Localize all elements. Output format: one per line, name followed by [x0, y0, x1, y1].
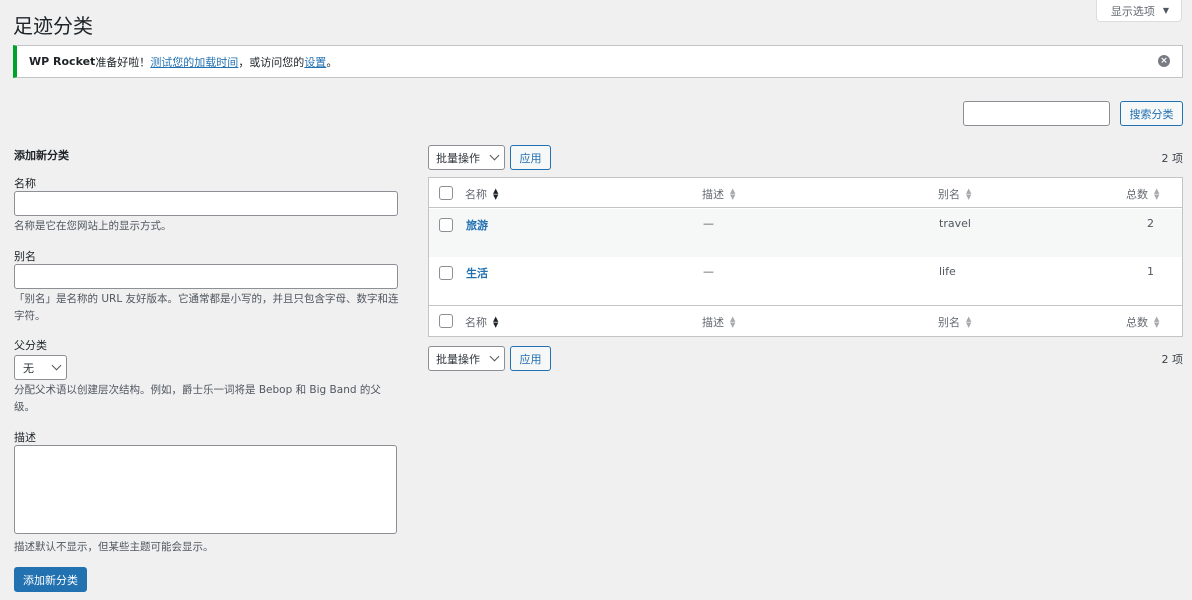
table-row: 生活 — life 1: [429, 257, 1182, 305]
apply-button-bottom[interactable]: 应用: [510, 346, 551, 371]
category-slug: travel: [939, 217, 971, 230]
column-name-header[interactable]: 名称 ▲ ▼: [465, 186, 498, 202]
column-count-label: 总数: [1126, 188, 1148, 201]
sort-icon: ▲ ▼: [1154, 187, 1160, 201]
form-heading: 添加新分类: [14, 149, 69, 162]
sort-icon: ▲ ▼: [730, 187, 736, 201]
notice-text-1: 准备好啦！: [95, 55, 151, 69]
category-name-link[interactable]: 生活: [466, 265, 488, 281]
chevron-down-icon: [489, 150, 500, 161]
description-help: 描述默认不显示，但某些主题可能会显示。: [14, 541, 214, 553]
notice-test-load-time-link[interactable]: 测试您的加载时间: [150, 54, 238, 70]
name-help: 名称是它在您网站上的显示方式。: [14, 220, 172, 232]
column-count-footer[interactable]: 总数 ▲ ▼: [1126, 314, 1159, 330]
bulk-actions-select-top[interactable]: 批量操作: [428, 145, 505, 170]
category-slug: life: [939, 265, 956, 278]
screen-options-label: 显示选项: [1110, 4, 1155, 18]
column-name-label: 名称: [465, 188, 487, 201]
sort-icon: ▲ ▼: [966, 187, 972, 201]
bulk-actions-label: 批量操作: [436, 151, 480, 165]
column-description-header[interactable]: 描述 ▲ ▼: [702, 186, 735, 202]
column-description-label: 描述: [702, 188, 724, 201]
column-slug-label: 别名: [938, 316, 960, 329]
dismiss-icon[interactable]: ×: [1158, 55, 1170, 67]
page-title: 足迹分类: [13, 14, 93, 38]
sort-icon: ▲ ▼: [493, 315, 499, 329]
caret-down-icon: ▼: [1162, 6, 1169, 15]
name-input[interactable]: [14, 191, 398, 216]
item-count-top: 2 项: [1161, 152, 1184, 165]
search-categories-input[interactable]: [963, 101, 1110, 126]
sort-icon: ▲ ▼: [1154, 315, 1160, 329]
category-count-link[interactable]: 1: [1147, 265, 1154, 278]
row-checkbox[interactable]: [439, 266, 453, 280]
row-checkbox[interactable]: [439, 218, 453, 232]
column-name-footer[interactable]: 名称 ▲ ▼: [465, 314, 498, 330]
column-slug-label: 别名: [938, 188, 960, 201]
chevron-down-icon: [51, 360, 62, 371]
sort-icon: ▲ ▼: [493, 187, 499, 201]
search-categories-button[interactable]: 搜索分类: [1120, 101, 1183, 126]
parent-select[interactable]: 无: [14, 355, 67, 380]
slug-label: 别名: [14, 250, 36, 263]
bulk-actions-select-bottom[interactable]: 批量操作: [428, 346, 505, 371]
notice-brand: WP Rocket: [29, 55, 96, 68]
notice-settings-link[interactable]: 设置: [304, 54, 326, 70]
screen-options-toggle[interactable]: 显示选项 ▼: [1095, 0, 1182, 22]
slug-help: 「别名」是名称的 URL 友好版本。它通常都是小写的，并且只包含字母、数字和连字…: [14, 293, 399, 322]
column-count-label: 总数: [1126, 316, 1148, 329]
slug-input[interactable]: [14, 264, 398, 289]
table-row: 旅游 — travel 2: [429, 209, 1182, 257]
column-slug-header[interactable]: 别名 ▲ ▼: [938, 186, 971, 202]
category-name-link[interactable]: 旅游: [466, 217, 488, 233]
item-count-bottom: 2 项: [1161, 353, 1184, 366]
notice-text-2: ，或访问您的: [238, 55, 305, 69]
description-label: 描述: [14, 431, 36, 444]
name-label: 名称: [14, 177, 36, 190]
category-description: —: [703, 217, 714, 230]
category-description: —: [703, 265, 714, 278]
sort-icon: ▲ ▼: [966, 315, 972, 329]
add-new-category-button[interactable]: 添加新分类: [14, 567, 87, 592]
categories-table: 名称 ▲ ▼ 描述 ▲ ▼ 别名 ▲ ▼ 总数 ▲ ▼ 旅游 — travel 2 生活…: [428, 177, 1183, 337]
bulk-actions-label: 批量操作: [436, 352, 480, 366]
table-header: 名称 ▲ ▼ 描述 ▲ ▼ 别名 ▲ ▼ 总数 ▲ ▼: [429, 178, 1182, 208]
description-textarea[interactable]: [14, 445, 397, 534]
parent-select-value: 无: [23, 361, 34, 375]
apply-button-top[interactable]: 应用: [510, 145, 551, 170]
chevron-down-icon: [489, 351, 500, 362]
column-description-label: 描述: [702, 316, 724, 329]
column-slug-footer[interactable]: 别名 ▲ ▼: [938, 314, 971, 330]
column-description-footer[interactable]: 描述 ▲ ▼: [702, 314, 735, 330]
column-count-header[interactable]: 总数 ▲ ▼: [1126, 186, 1159, 202]
select-all-checkbox-footer[interactable]: [439, 314, 453, 328]
wp-rocket-notice: WP Rocket 准备好啦！ 测试您的加载时间 ，或访问您的 设置 。 ×: [13, 45, 1183, 78]
parent-help: 分配父术语以创建层次结构。例如，爵士乐一词将是 Bebop 和 Big Band…: [14, 384, 381, 413]
column-name-label: 名称: [465, 316, 487, 329]
parent-label: 父分类: [14, 339, 47, 352]
notice-text-3: 。: [326, 55, 338, 69]
sort-icon: ▲ ▼: [730, 315, 736, 329]
category-count-link[interactable]: 2: [1147, 217, 1154, 230]
select-all-checkbox[interactable]: [439, 186, 453, 200]
table-footer: 名称 ▲ ▼ 描述 ▲ ▼ 别名 ▲ ▼ 总数 ▲ ▼: [429, 305, 1182, 335]
